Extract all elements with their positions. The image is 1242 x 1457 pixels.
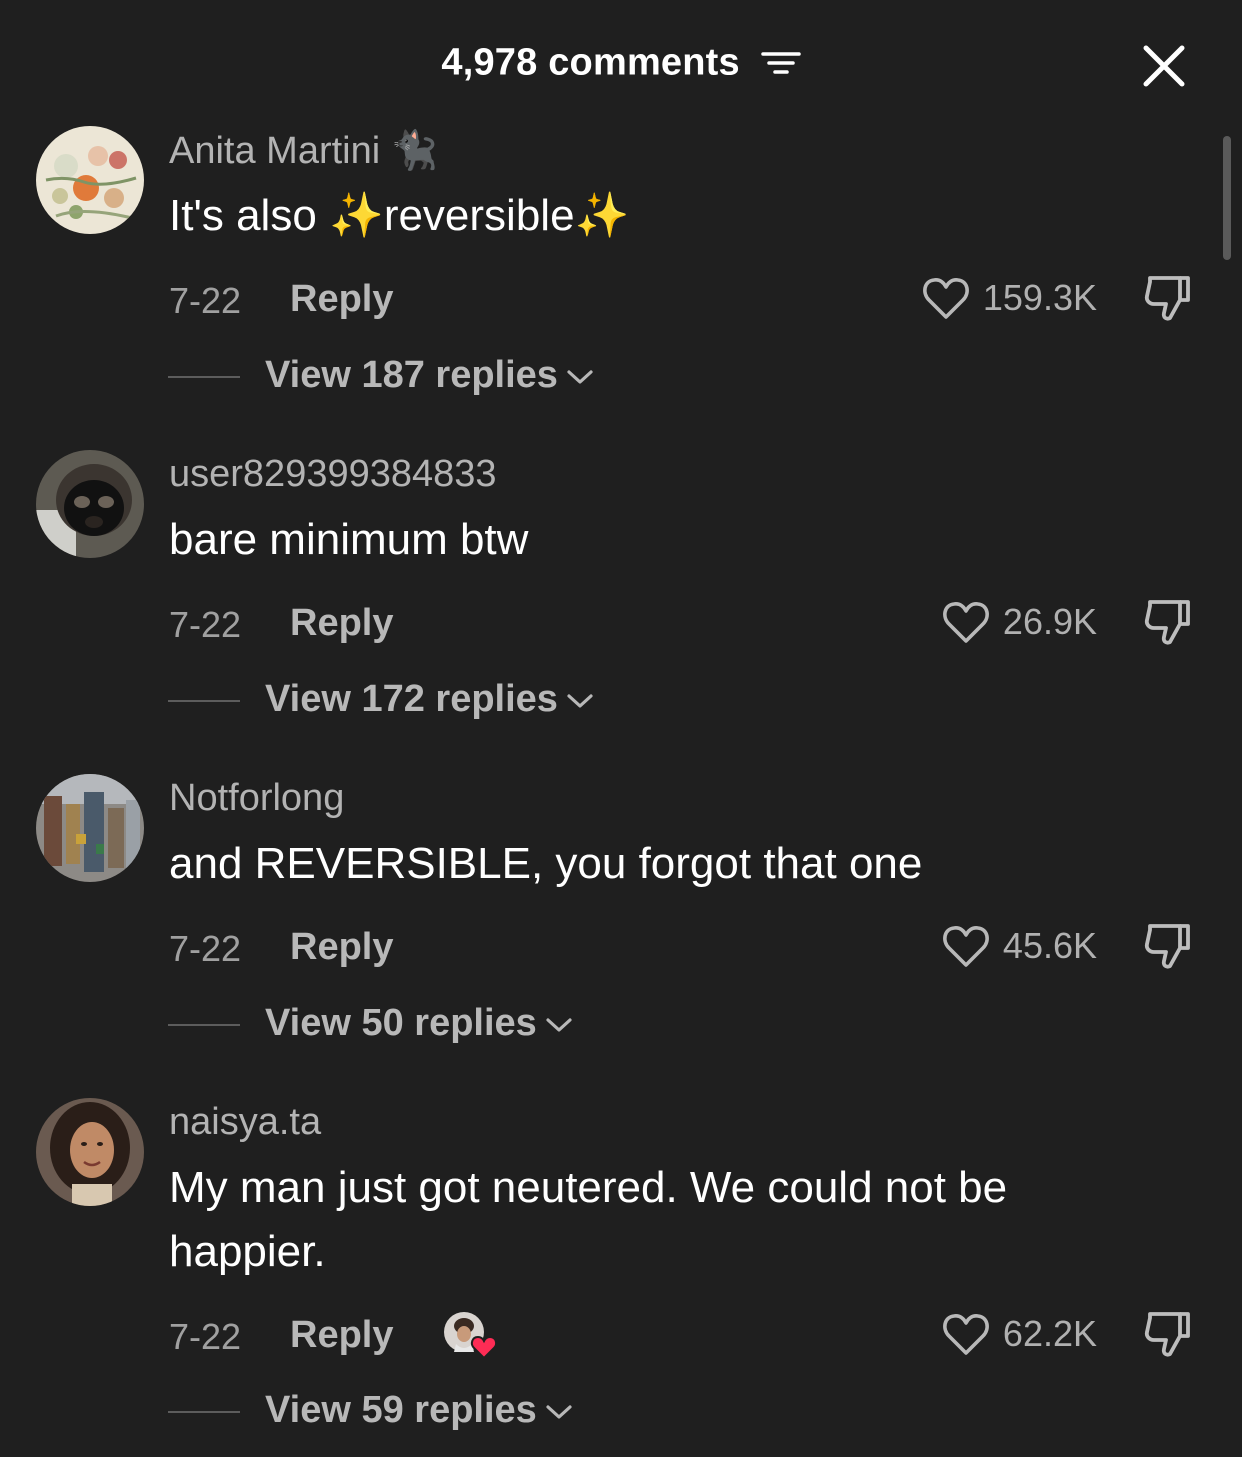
scrollbar[interactable]: [1223, 136, 1231, 260]
like-button[interactable]: 26.9K: [941, 599, 1097, 645]
like-button[interactable]: 45.6K: [941, 923, 1097, 969]
avatar[interactable]: [36, 774, 144, 882]
avatar[interactable]: [36, 1098, 144, 1206]
heart-icon: [942, 1314, 989, 1355]
creator-liked-badge-icon: [444, 1312, 498, 1360]
dislike-icon[interactable]: [1142, 272, 1196, 326]
reply-button[interactable]: Reply: [290, 1314, 393, 1357]
cityscape-avatar-image: [36, 774, 144, 882]
masked-face-avatar-image: [36, 450, 144, 558]
reply-button[interactable]: Reply: [290, 926, 393, 969]
chevron-down-icon: [567, 370, 593, 384]
like-count: 159.3K: [982, 277, 1097, 318]
comment-date: 7-22: [169, 928, 242, 969]
avatar[interactable]: [36, 126, 144, 234]
comment-text: and REVERSIBLE, you forgot that one: [169, 839, 923, 888]
close-icon[interactable]: [1140, 42, 1188, 90]
replies-divider: [168, 376, 240, 378]
reply-button[interactable]: Reply: [290, 278, 393, 321]
username[interactable]: user829399384833: [169, 453, 497, 496]
comment-text: My man just got neutered. We could not b…: [169, 1163, 1008, 1276]
reply-button[interactable]: Reply: [290, 602, 393, 645]
chevron-down-icon: [567, 694, 593, 708]
view-replies-button[interactable]: View 59 replies: [265, 1389, 573, 1432]
view-replies-button[interactable]: View 172 replies: [265, 678, 594, 721]
replies-divider: [168, 1024, 240, 1026]
dislike-icon[interactable]: [1142, 596, 1196, 650]
view-replies-button[interactable]: View 187 replies: [265, 354, 594, 397]
like-count: 26.9K: [1002, 601, 1097, 642]
username[interactable]: Notforlong: [169, 777, 344, 820]
username[interactable]: naisya.ta: [169, 1101, 321, 1144]
chevron-down-icon: [546, 1018, 572, 1032]
heart-icon: [942, 926, 989, 967]
black-cat-emoji: 🐈‍⬛: [390, 130, 439, 172]
like-button[interactable]: 62.2K: [941, 1311, 1097, 1357]
username[interactable]: Anita Martini 🐈‍⬛: [169, 129, 438, 173]
heart-icon: [922, 278, 969, 319]
replies-divider: [168, 700, 240, 702]
replies-divider: [168, 1411, 240, 1413]
comment-date: 7-22: [169, 604, 242, 645]
dislike-icon[interactable]: [1142, 920, 1196, 974]
view-replies-button[interactable]: View 50 replies: [265, 1002, 573, 1045]
comment-text: It's also ✨reversible✨: [169, 191, 630, 240]
avatar[interactable]: [36, 450, 144, 558]
floral-avatar-image: [36, 126, 144, 234]
heart-icon: [942, 602, 989, 643]
like-button[interactable]: 159.3K: [921, 275, 1097, 321]
like-count: 62.2K: [1002, 1313, 1097, 1354]
filter-icon[interactable]: [760, 48, 801, 78]
comment-text: bare minimum btw: [169, 515, 529, 564]
comment-count: 4,978 comments: [441, 41, 740, 84]
sparkles-icon: ✨: [574, 191, 630, 240]
comments-count-title[interactable]: 4,978 comments: [0, 40, 1242, 84]
chevron-down-icon: [546, 1405, 572, 1419]
portrait-avatar-image: [36, 1098, 144, 1206]
like-count: 45.6K: [1002, 925, 1097, 966]
comment-date: 7-22: [169, 1316, 242, 1357]
dislike-icon[interactable]: [1142, 1308, 1196, 1362]
comment-date: 7-22: [169, 280, 242, 321]
sparkles-icon: ✨: [329, 191, 384, 240]
comments-header: 4,978 comments: [0, 0, 1242, 120]
